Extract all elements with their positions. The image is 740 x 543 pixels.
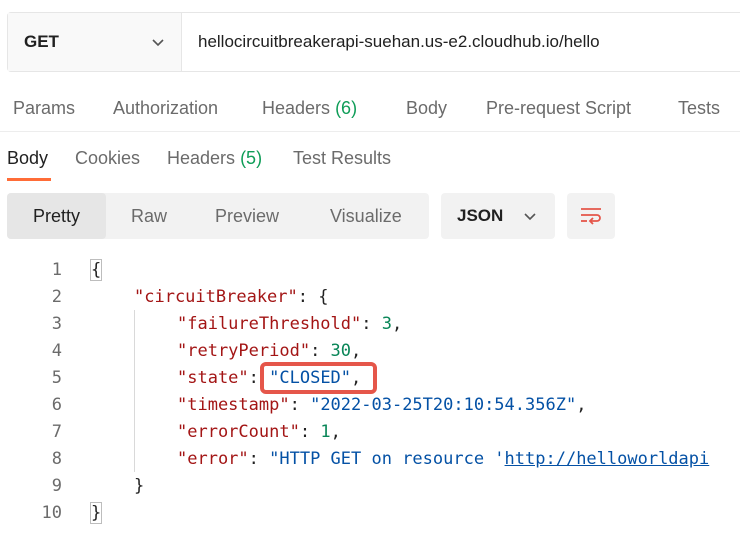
json-number: 1 <box>320 422 331 442</box>
tab-prerequest-script[interactable]: Pre-request Script <box>486 98 631 119</box>
state-value-highlight <box>260 362 377 394</box>
wrap-lines-icon <box>581 208 601 225</box>
line-number: 10 <box>41 503 62 523</box>
chevron-down-icon <box>152 39 164 47</box>
json-key: "retryPeriod" <box>177 341 311 361</box>
json-key: "failureThreshold" <box>177 314 362 334</box>
line-number: 8 <box>51 449 62 469</box>
response-tab-cookies[interactable]: Cookies <box>75 148 140 169</box>
format-select[interactable]: JSON <box>441 193 555 239</box>
visualize-button[interactable]: Visualize <box>330 193 402 239</box>
line-number: 4 <box>51 341 62 361</box>
headers-count-badge: (6) <box>335 98 358 118</box>
request-tabs: Params Authorization Headers (6) Body Pr… <box>0 88 740 132</box>
json-string: "2022-03-25T20:10:54.356Z" <box>310 395 577 415</box>
response-body-code: 1 { 2 "circuitBreaker": { 3 "failureThre… <box>0 256 740 536</box>
code-line: 8 "error": "HTTP GET on resource 'http:/… <box>0 445 740 472</box>
code-line: 3 "failureThreshold": 3, <box>0 310 740 337</box>
wrap-lines-button[interactable] <box>567 193 615 239</box>
raw-button[interactable]: Raw <box>131 193 167 239</box>
response-tabs: Body Cookies Headers (5) Test Results <box>0 140 740 182</box>
json-key: "error" <box>177 449 249 469</box>
code-line: 6 "timestamp": "2022-03-25T20:10:54.356Z… <box>0 391 740 418</box>
close-brace: } <box>134 476 145 496</box>
json-key: "timestamp" <box>177 395 290 415</box>
code-line: 9 } <box>0 472 740 499</box>
line-number: 2 <box>51 287 62 307</box>
code-line: 2 "circuitBreaker": { <box>0 283 740 310</box>
line-number: 1 <box>51 260 62 280</box>
method-select[interactable]: GET <box>8 13 182 71</box>
response-tab-test-results[interactable]: Test Results <box>293 148 391 169</box>
tab-headers[interactable]: Headers (6) <box>262 98 357 119</box>
tab-headers-label: Headers <box>262 98 331 118</box>
response-headers-count-badge: (5) <box>240 148 263 168</box>
preview-button[interactable]: Preview <box>215 193 279 239</box>
chevron-down-icon <box>524 213 536 221</box>
json-key: "state" <box>177 368 249 388</box>
line-number: 9 <box>51 476 62 496</box>
response-tab-headers[interactable]: Headers (5) <box>167 148 262 169</box>
format-label: JSON <box>457 206 504 225</box>
url-bar: GET hellocircuitbreakerapi-suehan.us-e2.… <box>7 12 740 72</box>
error-url-link[interactable]: http://helloworldapi <box>505 449 710 469</box>
tab-params[interactable]: Params <box>13 98 75 119</box>
json-number: 30 <box>330 341 352 361</box>
code-line: 10 } <box>0 499 740 526</box>
code-line: 7 "errorCount": 1, <box>0 418 740 445</box>
view-mode-group: Pretty Raw Preview Visualize <box>7 193 429 239</box>
line-number: 6 <box>51 395 62 415</box>
response-tab-body[interactable]: Body <box>7 148 48 169</box>
pretty-button[interactable]: Pretty <box>7 193 106 239</box>
url-input[interactable]: hellocircuitbreakerapi-suehan.us-e2.clou… <box>182 13 740 71</box>
active-tab-indicator <box>7 178 51 181</box>
tab-body[interactable]: Body <box>406 98 447 119</box>
close-brace: } <box>90 502 103 524</box>
json-number: 3 <box>381 314 392 334</box>
url-text: hellocircuitbreakerapi-suehan.us-e2.clou… <box>198 32 600 51</box>
code-line: 1 { <box>0 256 740 283</box>
punct: : { <box>297 287 329 307</box>
method-label: GET <box>24 32 59 51</box>
tab-authorization[interactable]: Authorization <box>113 98 218 119</box>
response-tab-headers-label: Headers <box>167 148 236 168</box>
line-number: 5 <box>51 368 62 388</box>
line-number: 7 <box>51 422 62 442</box>
tab-tests[interactable]: Tests <box>678 98 720 119</box>
line-number: 3 <box>51 314 62 334</box>
json-key: "circuitBreaker" <box>134 287 298 307</box>
code-line: 4 "retryPeriod": 30, <box>0 337 740 364</box>
json-key: "errorCount" <box>177 422 300 442</box>
open-brace: { <box>90 259 103 281</box>
json-string: "HTTP GET on resource ' <box>269 449 505 469</box>
